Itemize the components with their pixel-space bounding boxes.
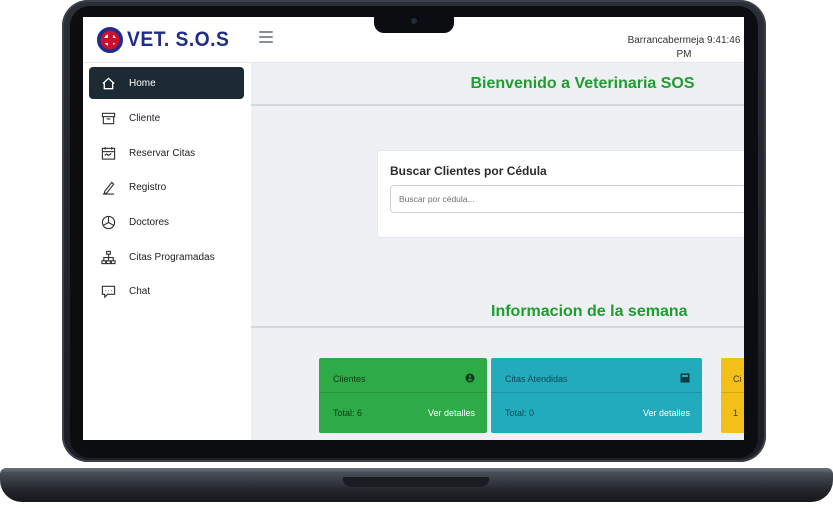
ver-detalles-link[interactable]: Ver detalles (428, 408, 475, 418)
sidebar-item-citas-programadas[interactable]: Citas Programadas (89, 241, 244, 273)
home-icon (93, 67, 123, 99)
sidebar-item-cliente[interactable]: Cliente (89, 102, 244, 134)
stat-card-partial: Ci 1 (721, 358, 744, 433)
camera-icon (411, 18, 417, 24)
stat-divider (491, 392, 702, 393)
section-title: Informacion de la semana (491, 303, 688, 320)
sidebar-item-home[interactable]: Home (89, 67, 244, 99)
week-info-header: Informacion de la semana (251, 298, 744, 328)
stat-divider (319, 392, 487, 393)
sidebar-item-label: Cliente (129, 112, 161, 124)
chat-icon (93, 275, 123, 307)
welcome-header: Bienvenido a Veterinaria SOS (251, 63, 744, 106)
app-screen: VET. S.O.S Barrancabermeja 9:41:46 PM Ho… (83, 17, 744, 440)
sidebar-item-label: Home (129, 77, 156, 89)
search-card-title: Buscar Clientes por Cédula (390, 164, 547, 178)
main-content: Bienvenido a Veterinaria SOS Buscar Clie… (251, 63, 744, 440)
laptop-groove (343, 477, 489, 487)
search-input[interactable] (390, 185, 744, 213)
sidebar-item-registro[interactable]: Registro (89, 171, 244, 203)
stat-divider (721, 392, 744, 393)
location-clock: Barrancabermeja 9:41:46 PM (627, 35, 741, 60)
stat-title: Citas Atendidas (505, 374, 568, 384)
sidebar-item-doctores[interactable]: Doctores (89, 206, 244, 238)
menu-toggle-icon[interactable] (259, 31, 273, 43)
sidebar-item-reservar-citas[interactable]: Reservar Citas (89, 137, 244, 169)
page-title: Bienvenido a Veterinaria SOS (470, 74, 695, 92)
sidebar: Home Cliente Reservar Citas Registro Doc… (83, 63, 251, 440)
stat-total: Total: 6 (333, 408, 363, 418)
stat-total: Total: 0 (505, 408, 535, 418)
sidebar-item-label: Registro (129, 181, 167, 193)
ver-detalles-link[interactable]: Ver detalles (643, 408, 690, 418)
pen-icon (93, 171, 123, 203)
archive-icon (93, 102, 123, 134)
stat-card-clientes: Clientes Total: 6 Ver detalles (319, 358, 487, 433)
logo-badge-icon (97, 27, 123, 53)
stat-card-citas-atendidas: Citas Atendidas Total: 0 Ver detalles (491, 358, 702, 433)
square-icon (680, 373, 690, 383)
stat-title: Clientes (333, 374, 366, 384)
sidebar-item-label: Doctores (129, 216, 170, 228)
sidebar-item-label: Reservar Citas (129, 147, 196, 159)
chart-pie-icon (93, 206, 123, 238)
calendar-icon (93, 137, 123, 169)
sidebar-item-label: Chat (129, 285, 151, 297)
sitemap-icon (93, 241, 123, 273)
stat-total: 1 (733, 408, 739, 418)
sidebar-item-label: Citas Programadas (129, 251, 215, 263)
search-card: Buscar Clientes por Cédula (377, 150, 744, 238)
sidebar-item-chat[interactable]: Chat (89, 275, 244, 307)
stat-title: Ci (733, 374, 742, 384)
anchor-icon (465, 373, 475, 383)
logo[interactable]: VET. S.O.S (97, 27, 238, 53)
logo-text: VET. S.O.S (127, 28, 230, 51)
